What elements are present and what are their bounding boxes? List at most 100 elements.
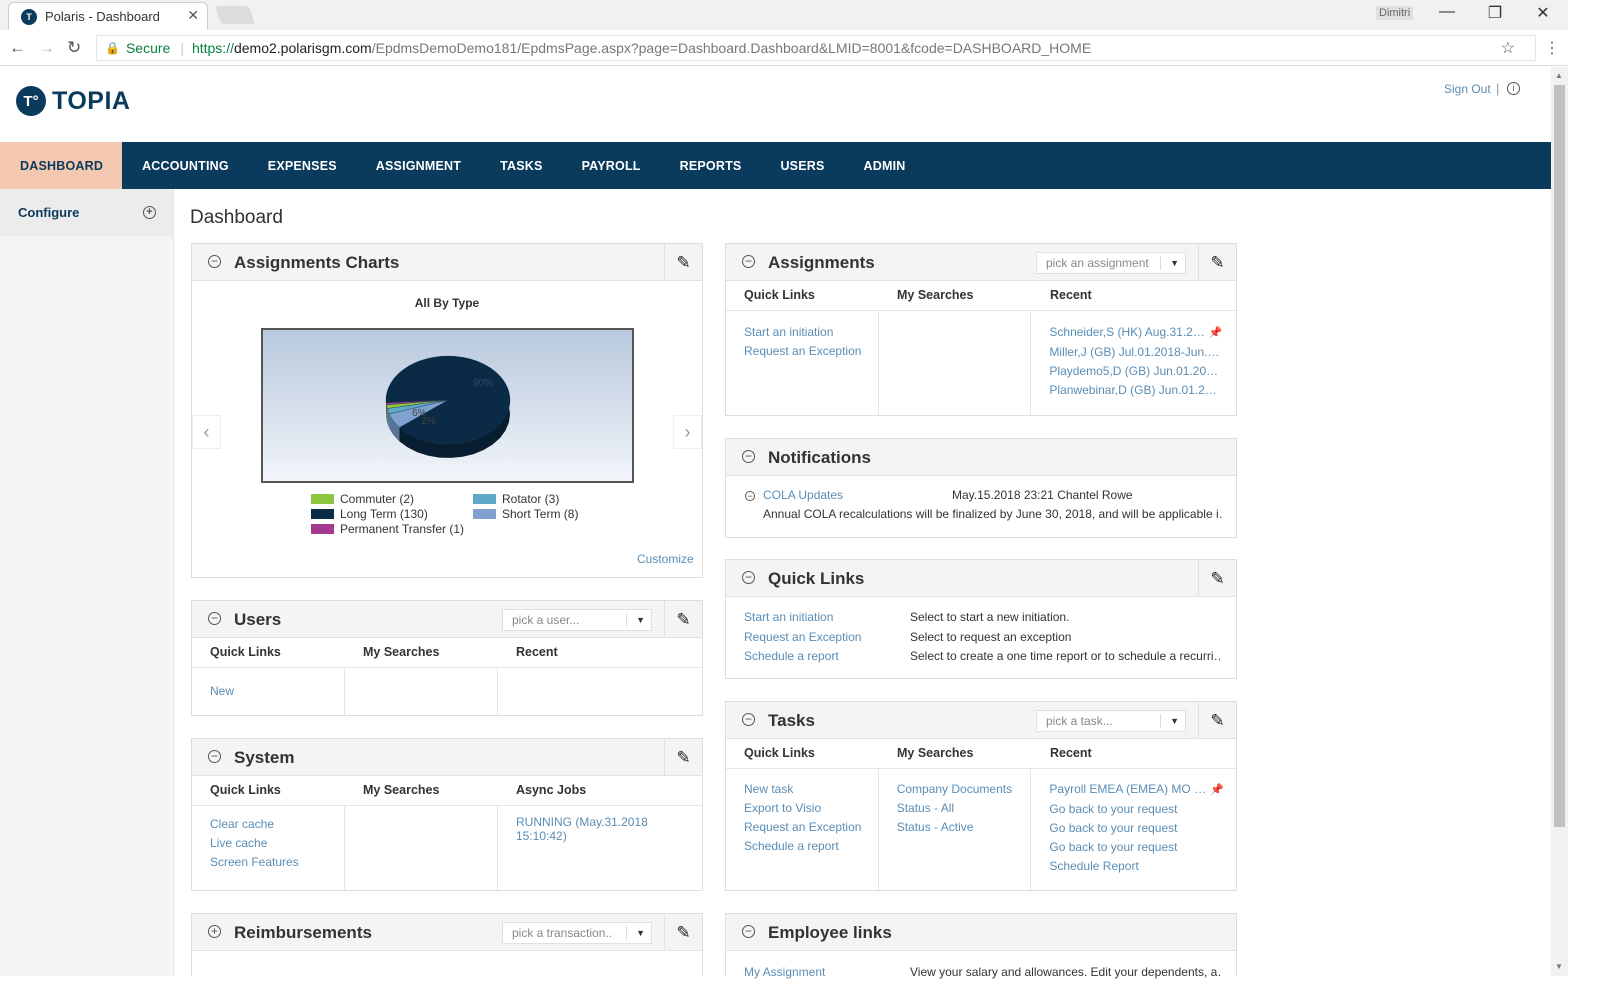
- browser-user-badge[interactable]: Dimitri: [1376, 6, 1414, 20]
- panel-title: System: [234, 748, 295, 767]
- collapse-icon[interactable]: −: [742, 255, 755, 268]
- minimize-icon[interactable]: —: [1432, 3, 1462, 21]
- legend-label: Rotator (3): [502, 492, 560, 506]
- panel-title: Tasks: [768, 711, 815, 730]
- browser-tab[interactable]: T Polaris - Dashboard ✕: [8, 2, 208, 30]
- quick-link-request-exception[interactable]: Request an Exception: [744, 818, 878, 837]
- recent-item[interactable]: Go back to your request: [1049, 819, 1236, 838]
- recent-item[interactable]: Schneider,S (HK) Aug.31.2… 📌: [1049, 323, 1236, 343]
- transaction-picker[interactable]: pick a transaction.. ▼: [502, 922, 652, 944]
- notification-title[interactable]: COLA Updates: [763, 486, 843, 505]
- collapse-icon[interactable]: −: [742, 713, 755, 726]
- collapse-icon[interactable]: −: [742, 450, 755, 463]
- topia-logo[interactable]: T° TOPIA: [16, 86, 130, 116]
- nav-expenses[interactable]: EXPENSES: [248, 142, 356, 189]
- chart-next-button[interactable]: ›: [673, 415, 702, 449]
- expand-icon[interactable]: +: [208, 925, 221, 938]
- recent-item[interactable]: Payroll EMEA (EMEA) MO … 📌: [1049, 780, 1236, 800]
- quick-link-schedule-report[interactable]: Schedule a report: [744, 837, 878, 856]
- tab-close-icon[interactable]: ✕: [187, 7, 199, 24]
- task-picker[interactable]: pick a task... ▼: [1036, 710, 1186, 732]
- collapse-icon[interactable]: −: [742, 571, 755, 584]
- collapse-icon[interactable]: −: [208, 612, 221, 625]
- quick-link-live-cache[interactable]: Live cache: [210, 834, 344, 853]
- panel-header: − Users pick a user... ▼ ✎: [192, 601, 702, 638]
- pin-icon[interactable]: 📌: [1210, 784, 1224, 796]
- chevron-down-icon[interactable]: ▼: [636, 923, 645, 943]
- column-header: My Searches: [363, 645, 440, 659]
- edit-pencil-icon[interactable]: ✎: [664, 601, 702, 638]
- recent-item[interactable]: Schedule Report: [1049, 857, 1236, 876]
- nav-users[interactable]: USERS: [760, 142, 843, 189]
- my-assignment-link[interactable]: My Assignment: [744, 963, 825, 982]
- panel-header: − Employee links: [726, 914, 1236, 951]
- sign-out-link[interactable]: Sign Out: [1444, 82, 1491, 96]
- chevron-down-icon[interactable]: ▼: [1170, 253, 1179, 273]
- nav-accounting[interactable]: ACCOUNTING: [122, 142, 248, 189]
- add-circle-icon[interactable]: +: [143, 206, 156, 219]
- back-icon[interactable]: ←: [9, 38, 26, 58]
- recent-item[interactable]: Planwebinar,D (GB) Jun.01.2…: [1049, 381, 1236, 400]
- edit-pencil-icon[interactable]: ✎: [664, 914, 702, 951]
- page-scrollbar[interactable]: ▲ ▼: [1551, 67, 1568, 976]
- quick-link-start-initiation[interactable]: Start an initiation: [744, 608, 861, 628]
- column-header: Recent: [1050, 288, 1092, 302]
- legend-item: Permanent Transfer (1): [311, 522, 464, 536]
- recent-item[interactable]: Miller,J (GB) Jul.01.2018-Jun.…: [1049, 343, 1236, 362]
- nav-reports[interactable]: REPORTS: [660, 142, 761, 189]
- saved-search-item[interactable]: Company Documents: [897, 780, 1031, 799]
- reload-icon[interactable]: ↻: [67, 38, 81, 58]
- new-tab-button[interactable]: [214, 6, 256, 24]
- chevron-down-icon[interactable]: ▼: [636, 610, 645, 630]
- recent-item[interactable]: Go back to your request: [1049, 838, 1236, 857]
- forward-icon[interactable]: →: [38, 38, 55, 58]
- customize-link[interactable]: Customize: [637, 552, 694, 566]
- collapse-icon[interactable]: −: [208, 255, 221, 268]
- bookmark-star-icon[interactable]: ☆: [1501, 38, 1515, 58]
- user-picker[interactable]: pick a user... ▼: [502, 609, 652, 631]
- nav-admin[interactable]: ADMIN: [844, 142, 925, 189]
- configure-item[interactable]: Configure +: [0, 189, 173, 236]
- legend-item: Rotator (3): [473, 492, 559, 506]
- quick-link-request-exception[interactable]: Request an Exception: [744, 342, 878, 361]
- nav-tasks[interactable]: TASKS: [480, 142, 561, 189]
- collapse-icon[interactable]: −: [208, 750, 221, 763]
- edit-pencil-icon[interactable]: ✎: [1198, 244, 1236, 281]
- assignment-picker[interactable]: pick an assignment ▼: [1036, 252, 1186, 274]
- quick-link-schedule-report[interactable]: Schedule a report: [744, 647, 861, 667]
- quick-link-clear-cache[interactable]: Clear cache: [210, 815, 344, 834]
- nav-assignment[interactable]: ASSIGNMENT: [356, 142, 480, 189]
- recent-item[interactable]: Playdemo5,D (GB) Jun.01.20…: [1049, 362, 1236, 381]
- url-field[interactable]: 🔒 Secure | https://demo2.polarisgm.com/E…: [96, 35, 1536, 61]
- info-icon[interactable]: i: [1507, 82, 1520, 95]
- pin-icon[interactable]: 📌: [1209, 327, 1223, 339]
- async-job-status[interactable]: RUNNING (May.31.2018: [516, 815, 651, 829]
- async-job-time[interactable]: 15:10:42): [516, 829, 651, 843]
- restore-icon[interactable]: ❐: [1480, 3, 1510, 23]
- nav-payroll[interactable]: PAYROLL: [562, 142, 660, 189]
- chevron-down-icon[interactable]: ▼: [1170, 711, 1179, 731]
- scrollbar-thumb[interactable]: [1554, 85, 1565, 827]
- quick-link-start-initiation[interactable]: Start an initiation: [744, 323, 878, 342]
- edit-pencil-icon[interactable]: ✎: [1198, 560, 1236, 597]
- saved-search-item[interactable]: Status - All: [897, 799, 1031, 818]
- quick-link-request-exception[interactable]: Request an Exception: [744, 628, 861, 648]
- quick-link-screen-features[interactable]: Screen Features: [210, 853, 344, 872]
- edit-pencil-icon[interactable]: ✎: [664, 244, 702, 281]
- notification-collapse-icon[interactable]: −: [745, 491, 755, 501]
- recent-item[interactable]: Go back to your request: [1049, 800, 1236, 819]
- edit-pencil-icon[interactable]: ✎: [1198, 702, 1236, 739]
- scroll-up-icon[interactable]: ▲: [1555, 71, 1563, 80]
- collapse-icon[interactable]: −: [742, 925, 755, 938]
- edit-pencil-icon[interactable]: ✎: [664, 739, 702, 776]
- scroll-down-icon[interactable]: ▼: [1555, 962, 1563, 971]
- chart-prev-button[interactable]: ‹: [192, 415, 221, 449]
- quick-link-new[interactable]: New: [210, 682, 344, 701]
- saved-search-item[interactable]: Status - Active: [897, 818, 1031, 837]
- close-window-icon[interactable]: ✕: [1528, 3, 1558, 23]
- panel-header: − Notifications: [726, 439, 1236, 476]
- browser-menu-icon[interactable]: ⋮: [1544, 38, 1560, 58]
- quick-link-new-task[interactable]: New task: [744, 780, 878, 799]
- quick-link-export-visio[interactable]: Export to Visio: [744, 799, 878, 818]
- nav-dashboard[interactable]: DASHBOARD: [0, 142, 123, 189]
